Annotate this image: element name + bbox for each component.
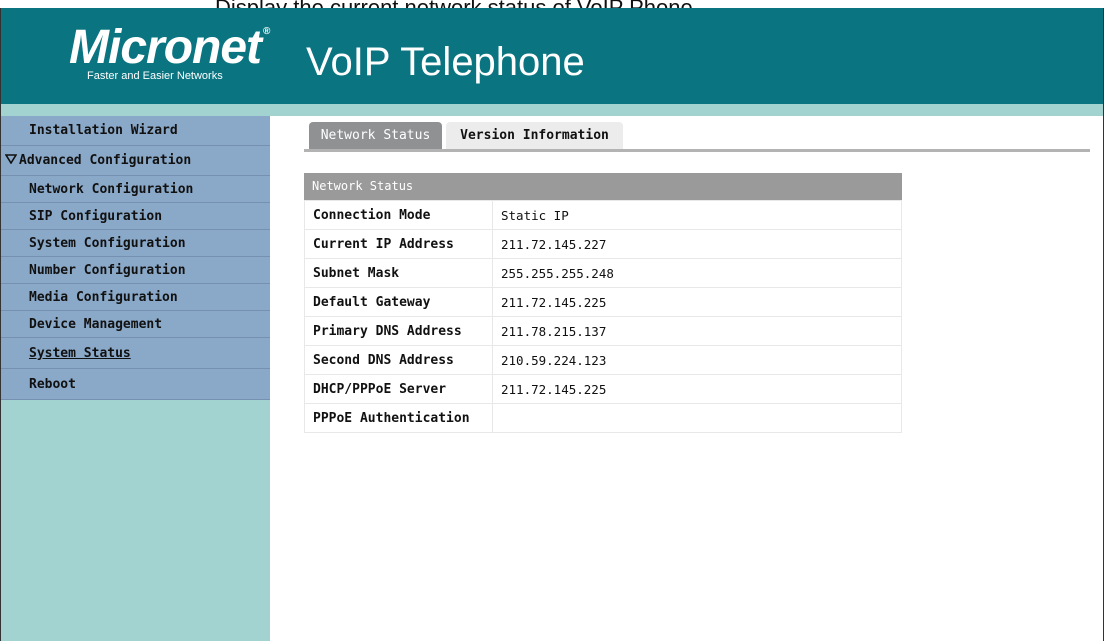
triangle-down-icon [4, 146, 19, 176]
tab-version-information[interactable]: Version Information [446, 122, 623, 150]
sidebar-item-system-status[interactable]: System Status [1, 338, 270, 369]
micronet-logo: Micronet ® Faster and Easier Networks [69, 21, 270, 83]
network-status-panel: Network Status Connection Mode Static IP… [304, 173, 902, 433]
network-status-table: Connection Mode Static IP Current IP Add… [304, 200, 902, 433]
sidebar: Installation Wizard Advanced Configurati… [1, 116, 270, 641]
row-label: Current IP Address [304, 229, 493, 259]
table-row: Current IP Address 211.72.145.227 [304, 229, 902, 259]
sidebar-item-label: Media Configuration [29, 290, 178, 305]
sidebar-item-advanced-configuration[interactable]: Advanced Configuration [1, 146, 270, 176]
row-value: 211.72.145.227 [492, 229, 902, 259]
table-row: DHCP/PPPoE Server 211.72.145.225 [304, 374, 902, 404]
sidebar-item-label: Device Management [29, 317, 163, 332]
sidebar-item-number-configuration[interactable]: Number Configuration [1, 257, 270, 284]
sidebar-item-media-configuration[interactable]: Media Configuration [1, 284, 270, 311]
sidebar-item-device-management[interactable]: Device Management [1, 311, 270, 338]
main-content: Network Status Version Information Netwo… [304, 122, 1094, 433]
header-banner: Micronet ® Faster and Easier Networks Vo… [1, 8, 1103, 104]
logo-text: Micronet [69, 21, 262, 74]
sidebar-item-label: Network Configuration [29, 182, 194, 197]
sidebar-item-label: Reboot [29, 377, 76, 392]
row-label: Second DNS Address [304, 345, 493, 375]
row-label: Subnet Mask [304, 258, 493, 288]
row-value: 255.255.255.248 [492, 258, 902, 288]
sidebar-nav: Installation Wizard Advanced Configurati… [1, 116, 270, 400]
sidebar-item-network-configuration[interactable]: Network Configuration [1, 176, 270, 203]
row-value [492, 403, 902, 433]
row-label: Connection Mode [304, 200, 493, 230]
table-row: Primary DNS Address 211.78.215.137 [304, 316, 902, 346]
row-value: 211.72.145.225 [492, 374, 902, 404]
header-band [1, 104, 1103, 116]
table-row: PPPoE Authentication [304, 403, 902, 433]
row-value: Static IP [492, 200, 902, 230]
table-row: Connection Mode Static IP [304, 200, 902, 230]
sidebar-item-label: Installation Wizard [29, 123, 178, 138]
app-frame: Micronet ® Faster and Easier Networks Vo… [0, 8, 1104, 641]
tab-divider [304, 149, 1090, 152]
sidebar-item-label: System Configuration [29, 236, 186, 251]
row-value: 211.78.215.137 [492, 316, 902, 346]
sidebar-item-sip-configuration[interactable]: SIP Configuration [1, 203, 270, 230]
sidebar-item-label: SIP Configuration [29, 209, 163, 224]
sidebar-item-label: Advanced Configuration [19, 153, 192, 168]
logo-registered-mark: ® [263, 26, 270, 37]
table-row: Default Gateway 211.72.145.225 [304, 287, 902, 317]
table-row: Second DNS Address 210.59.224.123 [304, 345, 902, 375]
table-row: Subnet Mask 255.255.255.248 [304, 258, 902, 288]
sidebar-item-label: System Status [29, 346, 131, 361]
sidebar-item-system-configuration[interactable]: System Configuration [1, 230, 270, 257]
sidebar-item-reboot[interactable]: Reboot [1, 369, 270, 400]
sidebar-item-label: Number Configuration [29, 263, 186, 278]
tab-network-status[interactable]: Network Status [309, 122, 442, 150]
row-label: DHCP/PPPoE Server [304, 374, 493, 404]
window-caption: Display the current network status of Vo… [0, 0, 1104, 8]
row-label: Default Gateway [304, 287, 493, 317]
sidebar-item-installation-wizard[interactable]: Installation Wizard [1, 116, 270, 146]
row-label: PPPoE Authentication [304, 403, 493, 433]
tab-bar: Network Status Version Information [304, 122, 1094, 152]
panel-title: Network Status [304, 173, 902, 200]
row-label: Primary DNS Address [304, 316, 493, 346]
row-value: 211.72.145.225 [492, 287, 902, 317]
product-title: VoIP Telephone [306, 40, 585, 84]
row-value: 210.59.224.123 [492, 345, 902, 375]
